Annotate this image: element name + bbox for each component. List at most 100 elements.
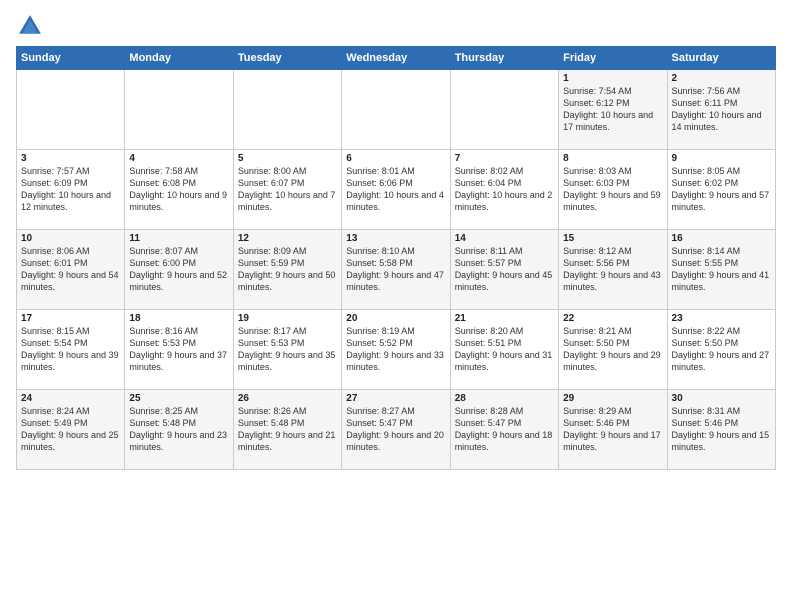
day-number: 5 — [238, 153, 337, 164]
day-cell: 9Sunrise: 8:05 AM Sunset: 6:02 PM Daylig… — [667, 150, 775, 230]
day-info: Sunrise: 8:06 AM Sunset: 6:01 PM Dayligh… — [21, 245, 120, 294]
day-number: 10 — [21, 233, 120, 244]
day-info: Sunrise: 8:14 AM Sunset: 5:55 PM Dayligh… — [672, 245, 771, 294]
day-number: 28 — [455, 393, 554, 404]
day-info: Sunrise: 8:19 AM Sunset: 5:52 PM Dayligh… — [346, 325, 445, 374]
day-info: Sunrise: 7:56 AM Sunset: 6:11 PM Dayligh… — [672, 85, 771, 134]
day-cell: 5Sunrise: 8:00 AM Sunset: 6:07 PM Daylig… — [233, 150, 341, 230]
day-info: Sunrise: 8:20 AM Sunset: 5:51 PM Dayligh… — [455, 325, 554, 374]
day-cell: 21Sunrise: 8:20 AM Sunset: 5:51 PM Dayli… — [450, 310, 558, 390]
day-info: Sunrise: 8:11 AM Sunset: 5:57 PM Dayligh… — [455, 245, 554, 294]
day-info: Sunrise: 8:17 AM Sunset: 5:53 PM Dayligh… — [238, 325, 337, 374]
day-cell — [17, 70, 125, 150]
day-info: Sunrise: 8:25 AM Sunset: 5:48 PM Dayligh… — [129, 405, 228, 454]
day-info: Sunrise: 7:54 AM Sunset: 6:12 PM Dayligh… — [563, 85, 662, 134]
day-number: 25 — [129, 393, 228, 404]
day-cell: 7Sunrise: 8:02 AM Sunset: 6:04 PM Daylig… — [450, 150, 558, 230]
day-cell: 30Sunrise: 8:31 AM Sunset: 5:46 PM Dayli… — [667, 390, 775, 470]
day-info: Sunrise: 8:28 AM Sunset: 5:47 PM Dayligh… — [455, 405, 554, 454]
day-number: 26 — [238, 393, 337, 404]
day-cell — [450, 70, 558, 150]
day-cell: 13Sunrise: 8:10 AM Sunset: 5:58 PM Dayli… — [342, 230, 450, 310]
day-info: Sunrise: 8:12 AM Sunset: 5:56 PM Dayligh… — [563, 245, 662, 294]
day-number: 27 — [346, 393, 445, 404]
day-info: Sunrise: 8:09 AM Sunset: 5:59 PM Dayligh… — [238, 245, 337, 294]
day-info: Sunrise: 8:27 AM Sunset: 5:47 PM Dayligh… — [346, 405, 445, 454]
col-header-monday: Monday — [125, 47, 233, 70]
day-cell: 17Sunrise: 8:15 AM Sunset: 5:54 PM Dayli… — [17, 310, 125, 390]
day-cell: 16Sunrise: 8:14 AM Sunset: 5:55 PM Dayli… — [667, 230, 775, 310]
day-number: 21 — [455, 313, 554, 324]
page: SundayMondayTuesdayWednesdayThursdayFrid… — [0, 0, 792, 478]
day-cell: 1Sunrise: 7:54 AM Sunset: 6:12 PM Daylig… — [559, 70, 667, 150]
col-header-friday: Friday — [559, 47, 667, 70]
day-cell: 19Sunrise: 8:17 AM Sunset: 5:53 PM Dayli… — [233, 310, 341, 390]
day-info: Sunrise: 8:07 AM Sunset: 6:00 PM Dayligh… — [129, 245, 228, 294]
day-cell: 4Sunrise: 7:58 AM Sunset: 6:08 PM Daylig… — [125, 150, 233, 230]
day-cell: 8Sunrise: 8:03 AM Sunset: 6:03 PM Daylig… — [559, 150, 667, 230]
col-header-tuesday: Tuesday — [233, 47, 341, 70]
day-info: Sunrise: 8:21 AM Sunset: 5:50 PM Dayligh… — [563, 325, 662, 374]
calendar-table: SundayMondayTuesdayWednesdayThursdayFrid… — [16, 46, 776, 470]
week-row-5: 24Sunrise: 8:24 AM Sunset: 5:49 PM Dayli… — [17, 390, 776, 470]
day-number: 29 — [563, 393, 662, 404]
day-cell: 26Sunrise: 8:26 AM Sunset: 5:48 PM Dayli… — [233, 390, 341, 470]
day-number: 18 — [129, 313, 228, 324]
logo — [16, 12, 46, 40]
day-info: Sunrise: 8:02 AM Sunset: 6:04 PM Dayligh… — [455, 165, 554, 214]
day-cell: 6Sunrise: 8:01 AM Sunset: 6:06 PM Daylig… — [342, 150, 450, 230]
day-number: 13 — [346, 233, 445, 244]
day-info: Sunrise: 8:15 AM Sunset: 5:54 PM Dayligh… — [21, 325, 120, 374]
day-number: 17 — [21, 313, 120, 324]
week-row-2: 3Sunrise: 7:57 AM Sunset: 6:09 PM Daylig… — [17, 150, 776, 230]
col-header-wednesday: Wednesday — [342, 47, 450, 70]
day-cell: 27Sunrise: 8:27 AM Sunset: 5:47 PM Dayli… — [342, 390, 450, 470]
day-number: 8 — [563, 153, 662, 164]
week-row-1: 1Sunrise: 7:54 AM Sunset: 6:12 PM Daylig… — [17, 70, 776, 150]
day-cell: 28Sunrise: 8:28 AM Sunset: 5:47 PM Dayli… — [450, 390, 558, 470]
day-number: 14 — [455, 233, 554, 244]
header-row: SundayMondayTuesdayWednesdayThursdayFrid… — [17, 47, 776, 70]
day-number: 4 — [129, 153, 228, 164]
day-info: Sunrise: 8:26 AM Sunset: 5:48 PM Dayligh… — [238, 405, 337, 454]
day-info: Sunrise: 8:10 AM Sunset: 5:58 PM Dayligh… — [346, 245, 445, 294]
day-number: 2 — [672, 73, 771, 84]
day-cell: 23Sunrise: 8:22 AM Sunset: 5:50 PM Dayli… — [667, 310, 775, 390]
logo-icon — [16, 12, 44, 40]
day-number: 30 — [672, 393, 771, 404]
day-number: 22 — [563, 313, 662, 324]
day-number: 20 — [346, 313, 445, 324]
day-cell — [342, 70, 450, 150]
day-number: 24 — [21, 393, 120, 404]
day-number: 3 — [21, 153, 120, 164]
day-number: 1 — [563, 73, 662, 84]
day-cell: 10Sunrise: 8:06 AM Sunset: 6:01 PM Dayli… — [17, 230, 125, 310]
day-number: 11 — [129, 233, 228, 244]
day-info: Sunrise: 8:16 AM Sunset: 5:53 PM Dayligh… — [129, 325, 228, 374]
day-cell: 22Sunrise: 8:21 AM Sunset: 5:50 PM Dayli… — [559, 310, 667, 390]
day-number: 16 — [672, 233, 771, 244]
day-cell: 12Sunrise: 8:09 AM Sunset: 5:59 PM Dayli… — [233, 230, 341, 310]
day-info: Sunrise: 8:01 AM Sunset: 6:06 PM Dayligh… — [346, 165, 445, 214]
day-info: Sunrise: 8:29 AM Sunset: 5:46 PM Dayligh… — [563, 405, 662, 454]
day-cell — [125, 70, 233, 150]
day-cell: 15Sunrise: 8:12 AM Sunset: 5:56 PM Dayli… — [559, 230, 667, 310]
day-info: Sunrise: 8:03 AM Sunset: 6:03 PM Dayligh… — [563, 165, 662, 214]
day-cell — [233, 70, 341, 150]
day-number: 23 — [672, 313, 771, 324]
day-cell: 11Sunrise: 8:07 AM Sunset: 6:00 PM Dayli… — [125, 230, 233, 310]
day-info: Sunrise: 8:05 AM Sunset: 6:02 PM Dayligh… — [672, 165, 771, 214]
day-cell: 18Sunrise: 8:16 AM Sunset: 5:53 PM Dayli… — [125, 310, 233, 390]
day-cell: 14Sunrise: 8:11 AM Sunset: 5:57 PM Dayli… — [450, 230, 558, 310]
col-header-saturday: Saturday — [667, 47, 775, 70]
day-number: 7 — [455, 153, 554, 164]
day-number: 19 — [238, 313, 337, 324]
day-info: Sunrise: 8:00 AM Sunset: 6:07 PM Dayligh… — [238, 165, 337, 214]
col-header-sunday: Sunday — [17, 47, 125, 70]
day-number: 12 — [238, 233, 337, 244]
header — [16, 12, 776, 40]
week-row-3: 10Sunrise: 8:06 AM Sunset: 6:01 PM Dayli… — [17, 230, 776, 310]
day-number: 15 — [563, 233, 662, 244]
day-cell: 29Sunrise: 8:29 AM Sunset: 5:46 PM Dayli… — [559, 390, 667, 470]
day-info: Sunrise: 8:22 AM Sunset: 5:50 PM Dayligh… — [672, 325, 771, 374]
